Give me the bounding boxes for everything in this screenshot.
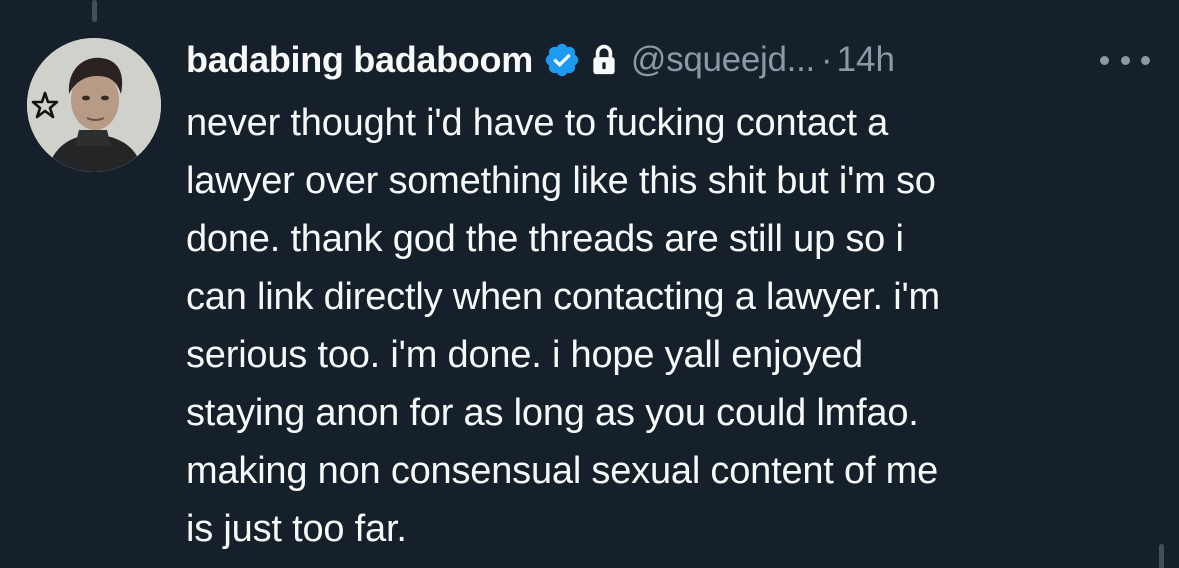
verified-badge-icon[interactable] bbox=[543, 41, 581, 79]
tweet-text-line: never thought i'd have to fucking contac… bbox=[186, 102, 889, 144]
tweet-text-line: making non consensual sexual content of … bbox=[186, 450, 939, 492]
tweet-text-line: staying anon for as long as you could lm… bbox=[186, 392, 919, 434]
tweet-text-line: lawyer over something like this shit but… bbox=[186, 160, 936, 202]
thread-connector-line bbox=[92, 0, 97, 22]
scroll-indicator bbox=[1159, 544, 1164, 568]
timestamp[interactable]: 14h bbox=[837, 40, 895, 80]
tweet-text-line: is just too far. bbox=[186, 508, 407, 550]
lock-icon bbox=[589, 43, 619, 77]
profile-photo bbox=[27, 38, 161, 172]
tweet-text: never thought i'd have to fucking contac… bbox=[186, 94, 1146, 558]
author-handle[interactable]: @squeejd... bbox=[631, 40, 815, 80]
tweet-text-line: can link directly when contacting a lawy… bbox=[186, 276, 940, 318]
tweet-text-line: done. thank god the threads are still up… bbox=[186, 218, 904, 260]
more-dot bbox=[1141, 55, 1150, 65]
avatar[interactable] bbox=[27, 38, 161, 172]
more-dot bbox=[1120, 55, 1130, 65]
tweet-text-line: serious too. i'm done. i hope yall enjoy… bbox=[186, 334, 863, 376]
separator-dot: · bbox=[820, 40, 833, 79]
more-horizontal-icon[interactable] bbox=[1100, 48, 1150, 72]
author-display-name[interactable]: badabing badaboom bbox=[186, 39, 533, 81]
tweet-header: badabing badaboom @squeejd... · 14h bbox=[186, 34, 895, 86]
more-dot bbox=[1100, 55, 1109, 65]
